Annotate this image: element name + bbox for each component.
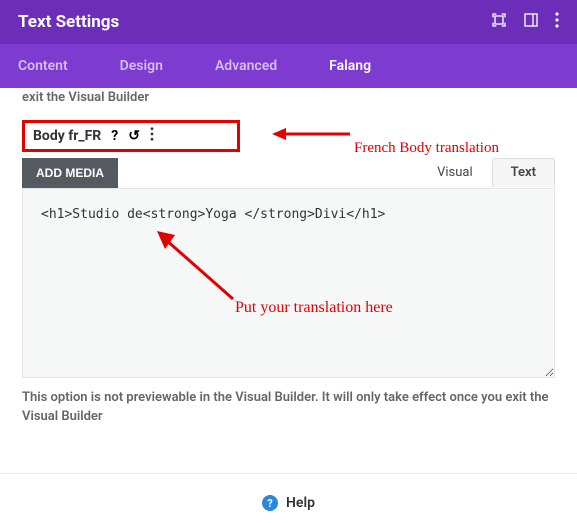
- help-circle-icon: ?: [262, 495, 278, 511]
- help-icon[interactable]: ?: [111, 128, 118, 144]
- tab-falang[interactable]: Falang: [329, 44, 395, 88]
- help-label: Help: [286, 495, 315, 511]
- preview-note: This option is not previewable in the Vi…: [22, 388, 555, 427]
- more-icon[interactable]: [555, 12, 559, 32]
- truncated-note: exit the Visual Builder: [22, 88, 555, 108]
- editor-tab-text[interactable]: Text: [492, 158, 555, 187]
- editor-content: <h1>Studio de<strong>Yoga </strong>Divi<…: [41, 207, 536, 222]
- header-actions: [491, 12, 559, 32]
- field-icons: ? ↺: [111, 127, 154, 145]
- panel-icon[interactable]: [523, 12, 539, 32]
- settings-header: Text Settings: [0, 0, 577, 44]
- tab-content[interactable]: Content: [18, 44, 92, 88]
- field-header-box: Body fr_FR ? ↺: [22, 120, 240, 152]
- reset-icon[interactable]: ↺: [128, 128, 140, 144]
- annotation-arrow2-icon: [153, 227, 243, 307]
- footer: ? Help: [0, 473, 577, 520]
- field-row: Body fr_FR ? ↺ French Body translation: [22, 120, 555, 152]
- annotation-arrow-icon: [272, 126, 350, 142]
- tab-advanced[interactable]: Advanced: [215, 44, 301, 88]
- add-media-button[interactable]: ADD MEDIA: [22, 158, 118, 188]
- editor-tabs: Visual Text: [418, 158, 555, 187]
- content-area: exit the Visual Builder Body fr_FR ? ↺ F…: [0, 88, 577, 445]
- expand-icon[interactable]: [491, 12, 507, 32]
- editor-tab-visual[interactable]: Visual: [418, 158, 492, 187]
- main-tabs: Content Design Advanced Falang: [0, 44, 577, 88]
- annotation-editor: Put your translation here: [235, 299, 393, 317]
- tab-design[interactable]: Design: [120, 44, 187, 88]
- help-button[interactable]: ? Help: [262, 495, 315, 511]
- page-title: Text Settings: [18, 12, 119, 32]
- code-editor[interactable]: <h1>Studio de<strong>Yoga </strong>Divi<…: [22, 188, 555, 378]
- options-icon[interactable]: [150, 127, 154, 145]
- field-label: Body fr_FR: [33, 128, 101, 144]
- annotation-title: French Body translation: [354, 140, 499, 157]
- editor-wrap: ADD MEDIA Visual Text <h1>Studio de<stro…: [22, 158, 555, 427]
